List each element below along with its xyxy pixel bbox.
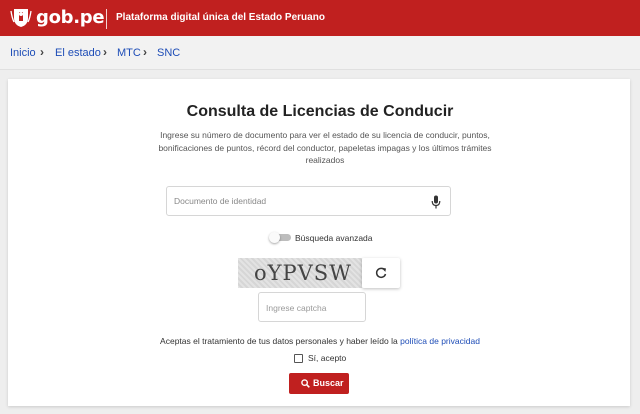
accept-label[interactable]: Sí, acepto bbox=[308, 353, 346, 363]
top-header: gob.pe Plataforma digital única del Esta… bbox=[0, 0, 640, 36]
accept-checkbox[interactable] bbox=[294, 354, 303, 363]
search-button-label: Buscar bbox=[313, 378, 344, 388]
chevron-right-icon: › bbox=[40, 45, 44, 59]
page-description: Ingrese su número de documento para ver … bbox=[158, 130, 492, 165]
microphone-icon[interactable] bbox=[431, 195, 441, 209]
search-button[interactable]: Buscar bbox=[289, 373, 349, 394]
terms-text: Aceptas el tratamiento de tus datos pers… bbox=[160, 336, 401, 346]
chevron-right-icon: › bbox=[143, 45, 147, 59]
search-icon bbox=[301, 379, 310, 388]
privacy-terms-text: Aceptas el tratamiento de tus datos pers… bbox=[0, 336, 640, 346]
chevron-right-icon: › bbox=[103, 45, 107, 59]
refresh-captcha-button[interactable] bbox=[362, 258, 400, 288]
breadcrumb-mtc[interactable]: MTC bbox=[117, 47, 141, 60]
breadcrumb-snc[interactable]: SNC bbox=[157, 47, 180, 60]
breadcrumb-inicio[interactable]: Inicio bbox=[10, 47, 36, 60]
advanced-search-toggle[interactable] bbox=[269, 232, 291, 243]
breadcrumb-el-estado[interactable]: El estado bbox=[55, 47, 101, 60]
refresh-icon bbox=[375, 267, 387, 279]
captcha-image: oYPVSW bbox=[238, 258, 362, 288]
privacy-policy-link[interactable]: política de privacidad bbox=[400, 336, 480, 346]
captcha-input[interactable]: Ingrese captcha bbox=[258, 292, 366, 322]
captcha-text: oYPVSW bbox=[254, 261, 352, 285]
peru-shield-icon[interactable] bbox=[10, 8, 32, 28]
document-input[interactable]: Documento de identidad bbox=[166, 186, 451, 216]
brand-logo-text[interactable]: gob.pe bbox=[36, 8, 105, 28]
platform-title: Plataforma digital única del Estado Peru… bbox=[116, 12, 325, 23]
captcha-input-placeholder: Ingrese captcha bbox=[266, 303, 327, 313]
header-divider bbox=[106, 9, 107, 29]
document-input-placeholder: Documento de identidad bbox=[174, 196, 267, 206]
breadcrumb: Inicio › El estado › MTC › SNC bbox=[0, 36, 640, 70]
toggle-knob bbox=[269, 232, 280, 243]
advanced-search-label: Búsqueda avanzada bbox=[295, 233, 373, 243]
page-title: Consulta de Licencias de Conducir bbox=[186, 103, 454, 120]
